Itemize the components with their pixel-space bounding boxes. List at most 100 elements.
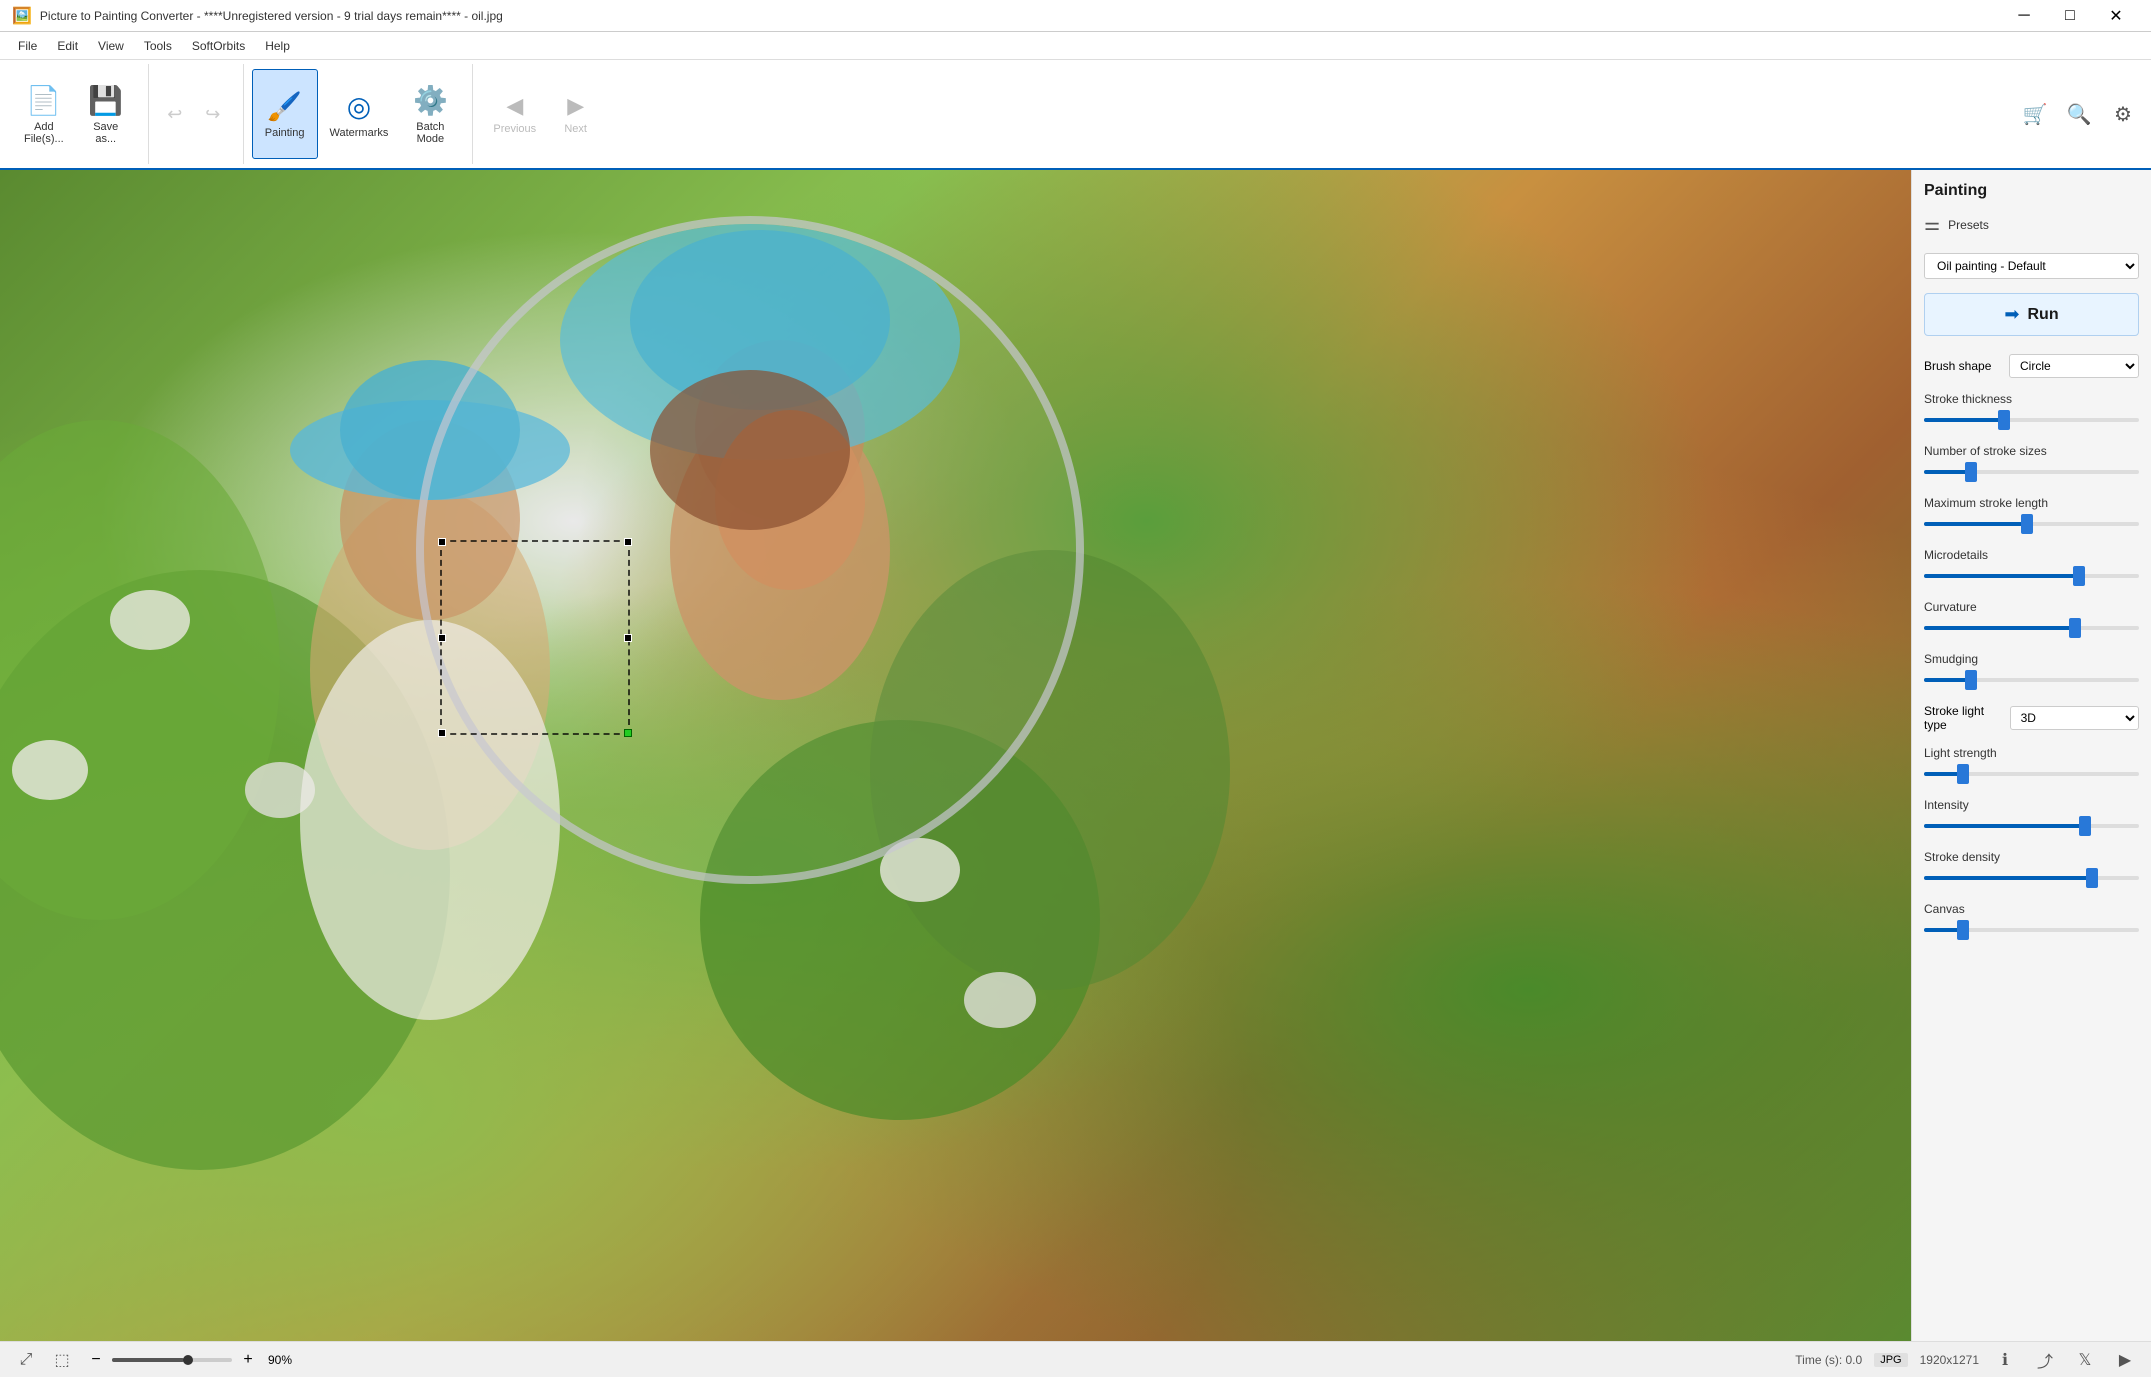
curvature-slider[interactable] [1924,618,2139,638]
brush-shape-label: Brush shape [1924,359,1991,373]
search-icon[interactable]: 🔍 [2059,94,2099,134]
zoom-slider-fill [112,1358,184,1362]
select-button[interactable]: ⬚ [48,1346,76,1374]
stroke-thickness-slider[interactable] [1924,410,2139,430]
max-stroke-length-slider[interactable] [1924,514,2139,534]
minimize-button[interactable]: ─ [2001,0,2047,32]
menu-edit[interactable]: Edit [47,35,88,57]
next-label: Next [564,123,587,135]
menu-view[interactable]: View [88,35,134,57]
smudging-fill [1924,678,1971,682]
fit-screen-button[interactable]: ⤢ [12,1346,40,1374]
canvas-image [0,170,1911,1341]
cart-icon[interactable]: 🛒 [2015,94,2055,134]
painting-button[interactable]: 🖌️ Painting [252,69,318,159]
close-button[interactable]: ✕ [2093,0,2139,32]
stroke-sizes-thumb[interactable] [1965,462,1977,482]
settings-icon[interactable]: ⚙ [2103,94,2143,134]
previous-icon: ◀ [506,93,523,119]
handle-middle-left[interactable] [438,634,446,642]
redo-button[interactable]: ↪ [195,96,231,132]
stroke-sizes-label: Number of stroke sizes [1924,444,2047,458]
zoom-out-button[interactable]: − [84,1348,108,1372]
curvature-thumb[interactable] [2069,618,2081,638]
handle-bottom-left[interactable] [438,729,446,737]
save-as-icon: 💾 [88,84,123,117]
twitter-button[interactable]: 𝕏 [2071,1346,2099,1374]
previous-label: Previous [493,123,536,135]
handle-top-right[interactable] [624,538,632,546]
batch-mode-label: BatchMode [416,121,444,145]
zoom-slider[interactable] [112,1358,232,1362]
canvas-slider[interactable] [1924,920,2139,940]
menu-softorbits[interactable]: SoftOrbits [182,35,255,57]
stroke-sizes-slider[interactable] [1924,462,2139,482]
canvas-thumb[interactable] [1957,920,1969,940]
app-icon: 🖼️ [12,6,32,26]
next-button[interactable]: ▶ Next [548,69,603,159]
run-button[interactable]: ➡ Run [1924,293,2139,336]
presets-select[interactable]: Oil painting - Default Watercolor Pencil… [1924,253,2139,279]
undo-redo-group: ↩ ↪ [157,96,231,132]
microdetails-label: Microdetails [1924,548,1988,562]
handle-middle-right[interactable] [624,634,632,642]
intensity-thumb[interactable] [2079,816,2091,836]
stroke-sizes-fill [1924,470,1971,474]
share-button[interactable]: ⤴ [2031,1346,2059,1374]
watermarks-label: Watermarks [330,127,389,139]
microdetails-slider[interactable] [1924,566,2139,586]
info-button[interactable]: ℹ [1991,1346,2019,1374]
curvature-fill [1924,626,2075,630]
toolbar-modes-group: 🖌️ Painting ◎ Watermarks ⚙️ BatchMode [243,64,465,164]
light-strength-row: Light strength [1924,746,2139,784]
curvature-track [1924,626,2139,630]
light-strength-thumb[interactable] [1957,764,1969,784]
batch-mode-button[interactable]: ⚙️ BatchMode [400,69,460,159]
menu-help[interactable]: Help [255,35,300,57]
light-strength-slider[interactable] [1924,764,2139,784]
menu-tools[interactable]: Tools [134,35,182,57]
watermarks-button[interactable]: ◎ Watermarks [318,69,401,159]
stroke-thickness-fill [1924,418,2004,422]
intensity-slider[interactable] [1924,816,2139,836]
stroke-density-slider[interactable] [1924,868,2139,888]
handle-top-left[interactable] [438,538,446,546]
add-files-button[interactable]: 📄 AddFile(s)... [12,69,76,159]
stroke-sizes-track [1924,470,2139,474]
canvas-label: Canvas [1924,902,1965,916]
presets-label: Presets [1948,218,1989,232]
stroke-thickness-track [1924,418,2139,422]
stroke-density-thumb[interactable] [2086,868,2098,888]
canvas-row: Canvas [1924,902,2139,940]
undo-button[interactable]: ↩ [157,96,193,132]
stroke-light-type-row: Stroke light type 3D 2D None [1924,704,2139,732]
smudging-thumb[interactable] [1965,670,1977,690]
save-as-button[interactable]: 💾 Saveas... [76,69,136,159]
zoom-thumb[interactable] [183,1355,193,1365]
stroke-density-fill [1924,876,2092,880]
stroke-density-row: Stroke density [1924,850,2139,888]
smudging-row: Smudging [1924,652,2139,690]
menu-file[interactable]: File [8,35,47,57]
title-bar: 🖼️ Picture to Painting Converter - ****U… [0,0,2151,32]
panel-title: Painting [1924,182,2139,200]
previous-button[interactable]: ◀ Previous [481,69,548,159]
brush-shape-select[interactable]: Circle Square Triangle [2009,354,2139,378]
stroke-light-type-select[interactable]: 3D 2D None [2010,706,2139,730]
intensity-track [1924,824,2139,828]
youtube-button[interactable]: ▶ [2111,1346,2139,1374]
curvature-row: Curvature [1924,600,2139,638]
microdetails-row: Microdetails [1924,548,2139,586]
max-stroke-length-thumb[interactable] [2021,514,2033,534]
smudging-slider[interactable] [1924,670,2139,690]
microdetails-track [1924,574,2139,578]
microdetails-thumb[interactable] [2073,566,2085,586]
canvas-area[interactable] [0,170,1911,1341]
selection-rectangle[interactable] [440,540,630,735]
right-panel: Painting ⚌ Presets Oil painting - Defaul… [1911,170,2151,1341]
handle-bottom-right[interactable] [624,729,632,737]
maximize-button[interactable]: □ [2047,0,2093,32]
microdetails-fill [1924,574,2079,578]
zoom-in-button[interactable]: + [236,1348,260,1372]
stroke-thickness-thumb[interactable] [1998,410,2010,430]
